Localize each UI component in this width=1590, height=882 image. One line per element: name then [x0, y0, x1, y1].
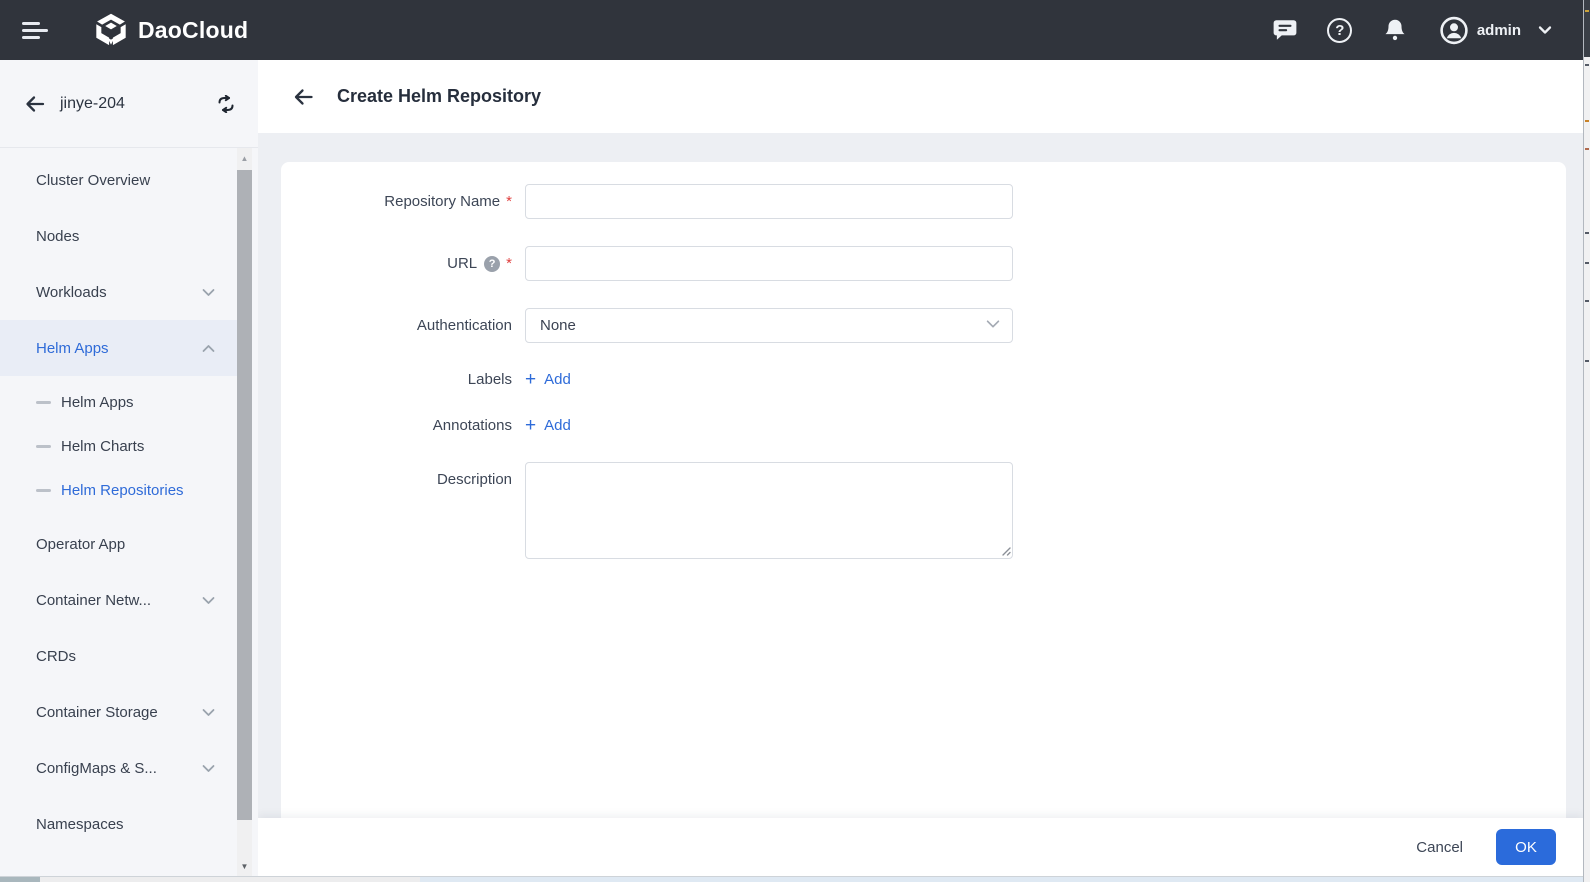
repository-name-label: Repository Name — [384, 193, 500, 210]
chevron-down-icon — [202, 764, 215, 773]
screen-right-edge-artifact — [1583, 0, 1590, 882]
daocloud-logo[interactable]: DaoCloud — [94, 13, 248, 47]
avatar-icon — [1440, 16, 1468, 44]
add-button-label: Add — [544, 417, 571, 434]
sidebar-subitem-helm-apps[interactable]: Helm Apps — [0, 380, 237, 424]
page-title: Create Helm Repository — [337, 86, 541, 107]
dash-icon — [36, 489, 51, 492]
labels-add-button[interactable]: + Add — [525, 370, 571, 389]
plus-icon: + — [525, 370, 536, 389]
sidebar-item-crds[interactable]: CRDs — [0, 628, 237, 684]
chevron-up-icon — [202, 344, 215, 353]
sidebar-subitem-label: Helm Apps — [61, 394, 134, 411]
sidebar-subitem-label: Helm Repositories — [61, 482, 184, 499]
url-label: URL — [447, 255, 477, 272]
sidebar-item-label: ConfigMaps & S... — [36, 760, 157, 777]
cluster-back-button[interactable] — [24, 94, 46, 114]
sidebar-item-label: Container Storage — [36, 704, 158, 721]
plus-icon: + — [525, 416, 536, 435]
screen-bottom-edge-artifact — [0, 876, 1590, 882]
sidebar-subitem-helm-repositories[interactable]: Helm Repositories — [0, 468, 237, 512]
form-row-repository-name: Repository Name * — [281, 184, 1566, 219]
form-footer: Cancel OK — [258, 818, 1583, 876]
dash-icon — [36, 445, 51, 448]
sidebar-item-nodes[interactable]: Nodes — [0, 208, 237, 264]
topbar: DaoCloud ? — [0, 0, 1590, 60]
sidebar-scrollbar[interactable]: ▲ ▼ — [237, 148, 252, 876]
sidebar-item-label: Operator App — [36, 536, 125, 553]
sidebar-item-cluster-overview[interactable]: Cluster Overview — [0, 152, 237, 208]
menu-icon[interactable] — [22, 19, 52, 41]
chevron-down-icon — [1538, 25, 1552, 35]
sidebar-item-label: Nodes — [36, 228, 79, 245]
sidebar-item-configmaps-secrets[interactable]: ConfigMaps & S... — [0, 740, 237, 796]
notifications-button[interactable] — [1381, 16, 1409, 44]
form-row-authentication: Authentication None — [281, 308, 1566, 343]
scroll-down-icon[interactable]: ▼ — [237, 858, 252, 874]
annotations-add-button[interactable]: + Add — [525, 416, 571, 435]
authentication-select[interactable]: None — [525, 308, 1013, 343]
sidebar-item-label: Cluster Overview — [36, 172, 150, 189]
sidebar-subitem-helm-charts[interactable]: Helm Charts — [0, 424, 237, 468]
sidebar-item-workloads[interactable]: Workloads — [0, 264, 237, 320]
scrollbar-thumb[interactable] — [237, 170, 252, 820]
resize-handle-icon[interactable] — [1000, 545, 1011, 556]
sidebar-nav: Cluster Overview Nodes Workloads Helm Ap… — [0, 148, 237, 852]
page-header: Create Helm Repository — [258, 60, 1583, 133]
authentication-selected-value: None — [540, 317, 576, 334]
ok-button[interactable]: OK — [1496, 829, 1556, 865]
form-row-description: Description — [281, 462, 1566, 559]
form-row-url: URL ? * — [281, 246, 1566, 281]
helm-apps-submenu: Helm Apps Helm Charts Helm Repositories — [0, 376, 237, 516]
daocloud-cube-icon — [94, 13, 128, 47]
sidebar-header: jinye-204 — [0, 60, 258, 148]
page-back-button[interactable] — [292, 87, 315, 107]
create-helm-repository-form: Repository Name * URL ? * Authentication — [281, 162, 1566, 559]
cancel-button[interactable]: Cancel — [1416, 839, 1463, 856]
chevron-down-icon — [986, 319, 1000, 329]
question-icon: ? — [1327, 18, 1352, 43]
sidebar-item-container-network[interactable]: Container Netw... — [0, 572, 237, 628]
chevron-down-icon — [202, 596, 215, 605]
cluster-name: jinye-204 — [60, 95, 216, 113]
sidebar-item-label: Workloads — [36, 284, 107, 301]
sidebar-item-operator-app[interactable]: Operator App — [0, 516, 237, 572]
annotations-label: Annotations — [433, 417, 512, 434]
brand-name: DaoCloud — [138, 17, 248, 44]
add-button-label: Add — [544, 371, 571, 388]
user-menu[interactable]: admin — [1440, 16, 1552, 44]
sidebar-item-label: Helm Apps — [36, 340, 109, 357]
authentication-label: Authentication — [417, 317, 512, 334]
sidebar: jinye-204 Cluster Overview Nodes Workloa… — [0, 60, 258, 882]
form-card: Repository Name * URL ? * Authentication — [281, 162, 1566, 818]
dash-icon — [36, 401, 51, 404]
chevron-down-icon — [202, 288, 215, 297]
description-label: Description — [437, 471, 512, 488]
help-button[interactable]: ? — [1326, 16, 1354, 44]
switch-cluster-icon[interactable] — [216, 95, 236, 113]
sidebar-item-label: Container Netw... — [36, 592, 151, 609]
url-input[interactable] — [525, 246, 1013, 281]
sidebar-item-helm-apps[interactable]: Helm Apps — [0, 320, 237, 376]
sidebar-item-container-storage[interactable]: Container Storage — [0, 684, 237, 740]
sidebar-item-label: Namespaces — [36, 816, 124, 833]
sidebar-item-namespaces[interactable]: Namespaces — [0, 796, 237, 852]
required-asterisk: * — [506, 193, 512, 210]
required-asterisk: * — [506, 255, 512, 272]
form-row-labels: Labels + Add — [281, 370, 1566, 389]
chat-button[interactable] — [1271, 16, 1299, 44]
url-help-icon[interactable]: ? — [484, 256, 500, 272]
sidebar-item-label: CRDs — [36, 648, 76, 665]
form-row-annotations: Annotations + Add — [281, 416, 1566, 435]
main-area: Create Helm Repository Repository Name *… — [258, 60, 1583, 882]
user-name: admin — [1477, 22, 1521, 39]
repository-name-input[interactable] — [525, 184, 1013, 219]
chevron-down-icon — [202, 708, 215, 717]
scroll-up-icon[interactable]: ▲ — [237, 150, 252, 166]
topbar-actions: ? admin — [1271, 16, 1552, 44]
sidebar-subitem-label: Helm Charts — [61, 438, 144, 455]
description-textarea[interactable] — [525, 462, 1013, 559]
labels-label: Labels — [468, 371, 512, 388]
